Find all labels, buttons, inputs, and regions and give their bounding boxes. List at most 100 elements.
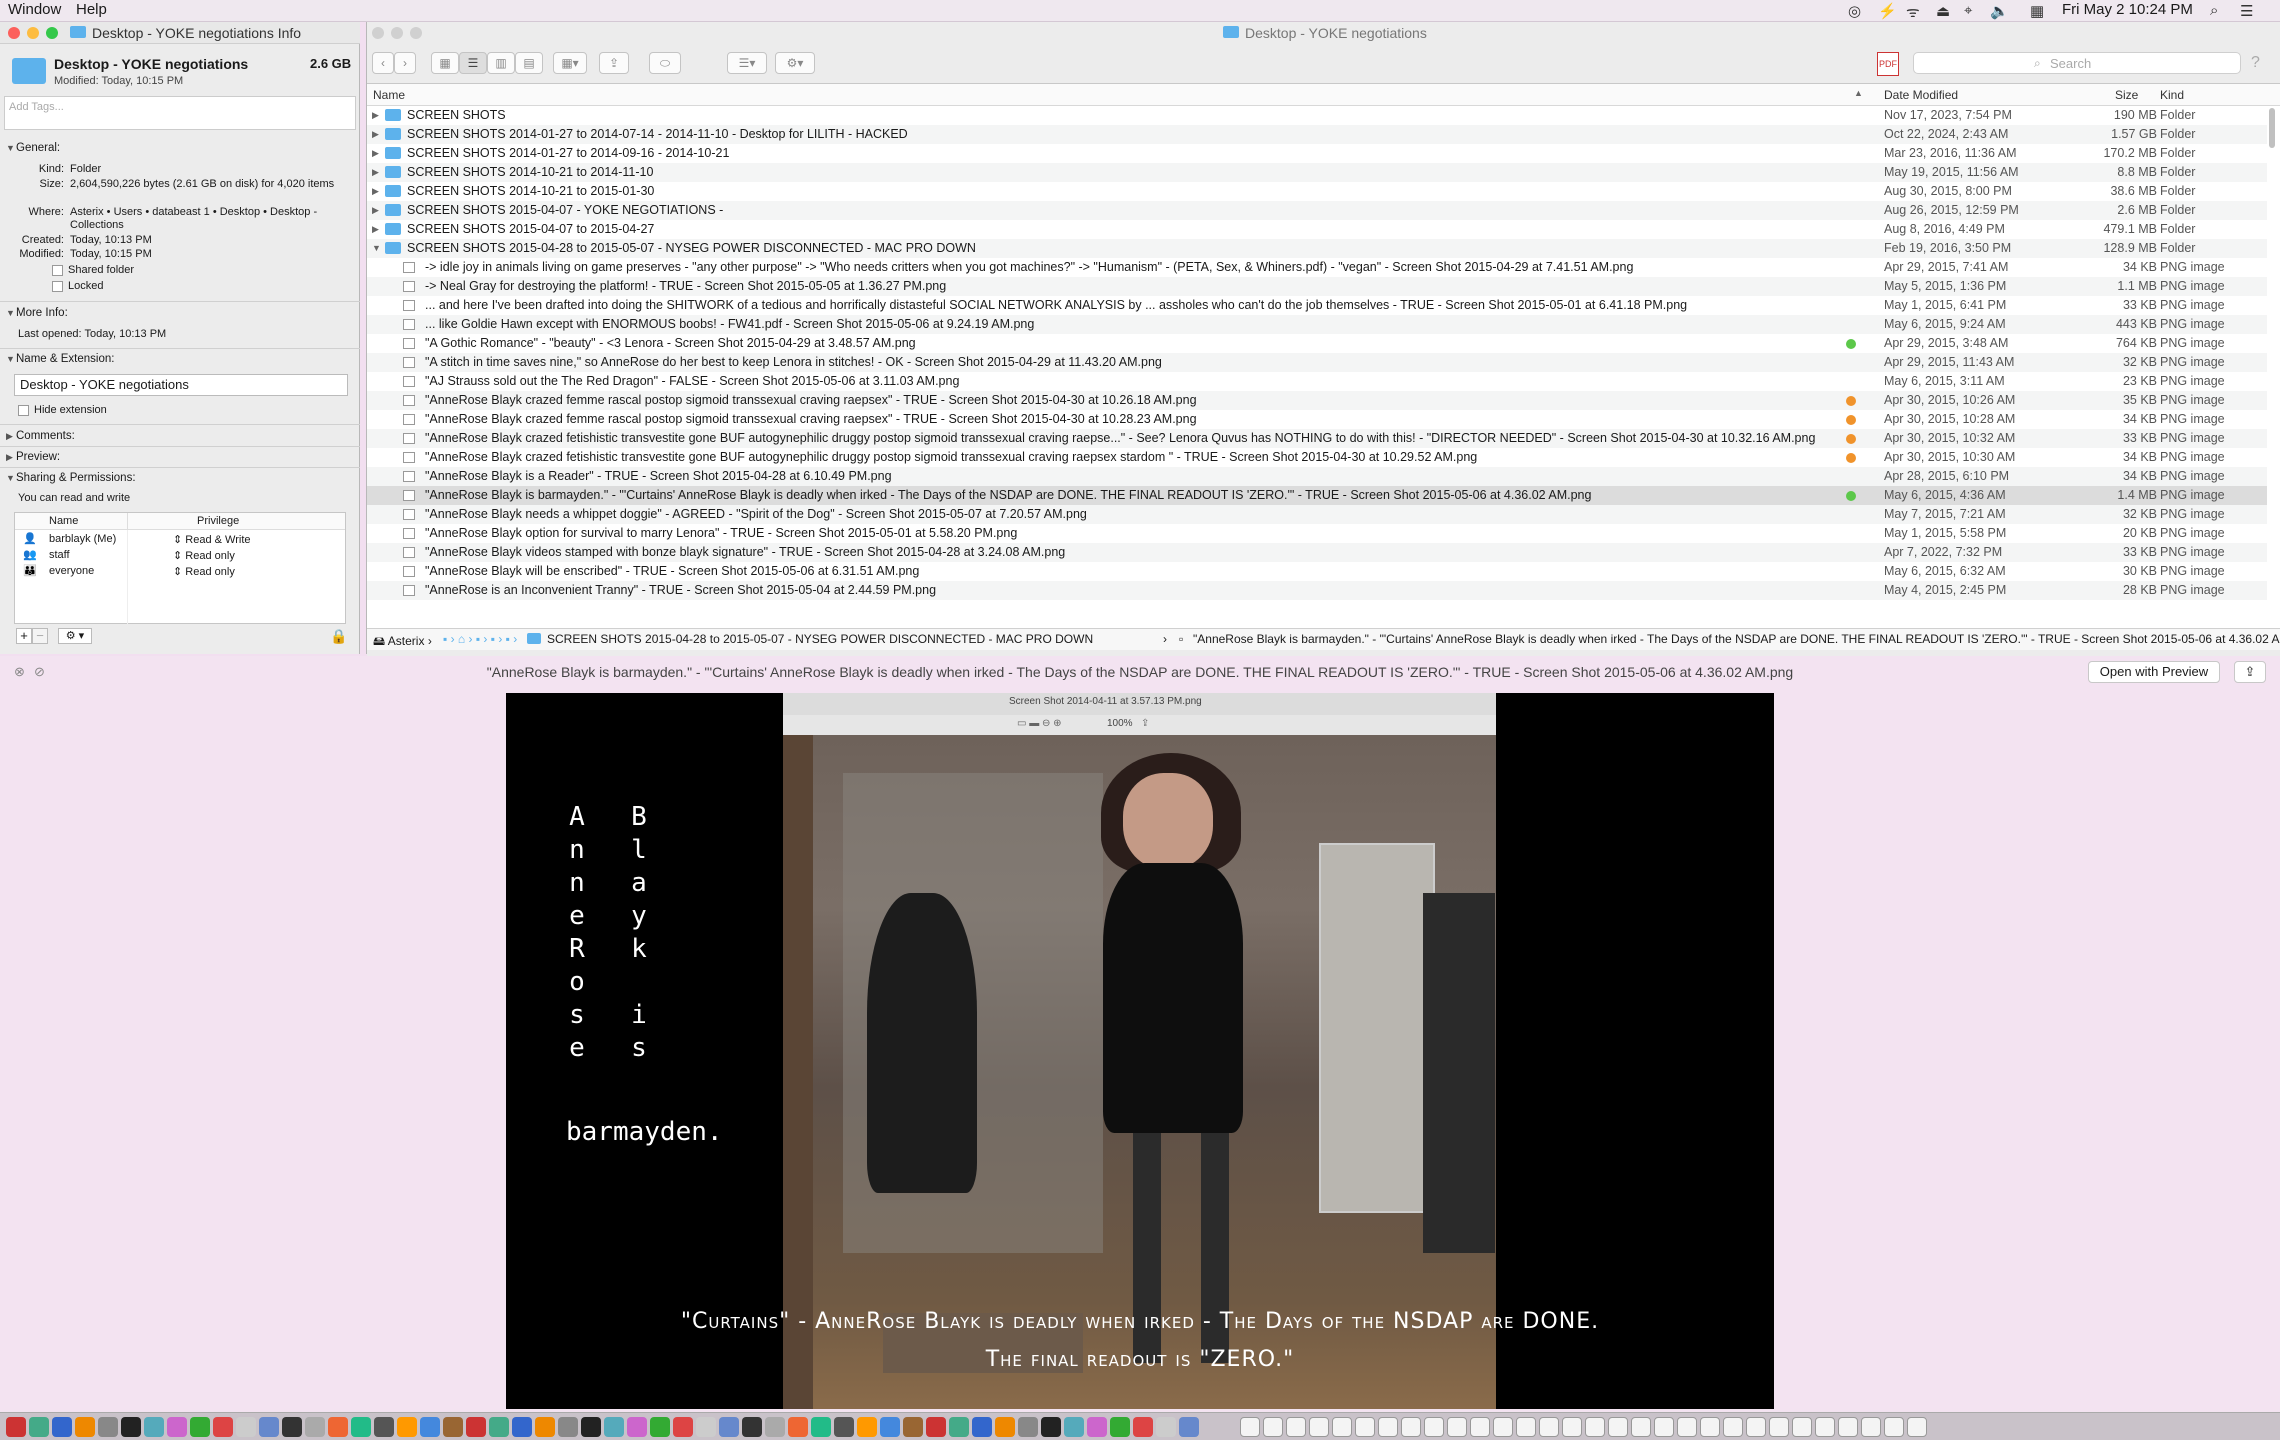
dock-app-icon[interactable]	[351, 1417, 371, 1437]
dock-app-icon[interactable]	[903, 1417, 923, 1437]
dock-minimized-window[interactable]	[1677, 1417, 1697, 1437]
shared-folder-checkbox[interactable]: Shared folder	[52, 264, 134, 276]
volume-icon[interactable]: 🔈	[1990, 2, 2009, 20]
dock-minimized-window[interactable]	[1907, 1417, 1927, 1437]
folder-row[interactable]: ▶ SCREEN SHOTS Nov 17, 2023, 7:54 PM 190 MB…	[367, 106, 2267, 125]
sort-button[interactable]: ☰▾	[727, 52, 767, 74]
scrollbar-thumb[interactable]	[2269, 108, 2275, 148]
col-name-header[interactable]: Name	[49, 515, 78, 527]
dock-minimized-window[interactable]	[1240, 1417, 1260, 1437]
file-row[interactable]: "A Gothic Romance" - "beauty" - <3 Lenor…	[367, 334, 2267, 353]
dock-app-icon[interactable]	[857, 1417, 877, 1437]
dock-minimized-window[interactable]	[1838, 1417, 1858, 1437]
network-icon[interactable]: ⌖	[1964, 2, 1972, 19]
disclosure-triangle-icon[interactable]: ▶	[372, 220, 379, 239]
battery-charge-icon[interactable]: ⚡	[1878, 2, 1897, 20]
dock-app-icon[interactable]	[1110, 1417, 1130, 1437]
kind-column-header[interactable]: Kind	[2160, 88, 2184, 102]
dock-minimized-window[interactable]	[1263, 1417, 1283, 1437]
file-row[interactable]: "AnneRose Blayk is a Reader" - TRUE - Sc…	[367, 467, 2267, 486]
dock-app-icon[interactable]	[949, 1417, 969, 1437]
dock-app-icon[interactable]	[719, 1417, 739, 1437]
file-row[interactable]: "AnneRose Blayk is barmayden." - "'Curta…	[367, 486, 2267, 505]
locked-checkbox[interactable]: Locked	[52, 280, 103, 292]
dock-app-icon[interactable]	[1064, 1417, 1084, 1437]
dock-app-icon[interactable]	[604, 1417, 624, 1437]
folder-row[interactable]: ▶ SCREEN SHOTS 2014-10-21 to 2014-11-10 Ma…	[367, 163, 2267, 182]
privilege-popup[interactable]: ⇕ Read & Write	[173, 533, 251, 546]
dock-app-icon[interactable]	[880, 1417, 900, 1437]
dock-app-icon[interactable]	[282, 1417, 302, 1437]
dock-app-icon[interactable]	[121, 1417, 141, 1437]
disclosure-triangle-icon[interactable]: ▶	[372, 201, 379, 220]
dock-app-icon[interactable]	[420, 1417, 440, 1437]
tag-button[interactable]: ⬭	[649, 52, 681, 74]
dock-app-icon[interactable]	[535, 1417, 555, 1437]
dock-app-icon[interactable]	[627, 1417, 647, 1437]
dock-minimized-window[interactable]	[1723, 1417, 1743, 1437]
dock-app-icon[interactable]	[1133, 1417, 1153, 1437]
file-row[interactable]: -> Neal Gray for destroying the platform…	[367, 277, 2267, 296]
dock-minimized-window[interactable]	[1539, 1417, 1559, 1437]
dock-app-icon[interactable]	[305, 1417, 325, 1437]
file-row[interactable]: ... like Goldie Hawn except with ENORMOU…	[367, 315, 2267, 334]
dock-app-icon[interactable]	[696, 1417, 716, 1437]
file-row[interactable]: -> idle joy in animals living on game pr…	[367, 258, 2267, 277]
path-folder[interactable]: SCREEN SHOTS 2015-04-28 to 2015-05-07 - …	[547, 632, 1093, 646]
dock-app-icon[interactable]	[1179, 1417, 1199, 1437]
dock-minimized-window[interactable]	[1516, 1417, 1536, 1437]
dock-minimized-window[interactable]	[1493, 1417, 1513, 1437]
dock-app-icon[interactable]	[673, 1417, 693, 1437]
dock-app-icon[interactable]	[466, 1417, 486, 1437]
dock-minimized-window[interactable]	[1424, 1417, 1444, 1437]
file-row[interactable]: "AnneRose is an Inconvenient Tranny" - T…	[367, 581, 2267, 600]
zoom-button[interactable]	[46, 27, 58, 39]
dock-minimized-window[interactable]	[1861, 1417, 1881, 1437]
file-row[interactable]: "AJ Strauss sold out the The Red Dragon"…	[367, 372, 2267, 391]
eject-icon[interactable]: ⏏	[1936, 2, 1950, 20]
dock-app-icon[interactable]	[236, 1417, 256, 1437]
hide-extension-checkbox[interactable]: Hide extension	[18, 404, 107, 416]
permission-row[interactable]: 👥 staff ⇕ Read only	[15, 548, 345, 564]
dock-app-icon[interactable]	[6, 1417, 26, 1437]
dock-minimized-window[interactable]	[1470, 1417, 1490, 1437]
icon-view-button[interactable]: ▦	[431, 52, 459, 74]
dock-app-icon[interactable]	[98, 1417, 118, 1437]
path-root[interactable]: 🖴 Asterix ›	[373, 632, 432, 650]
dock-app-icon[interactable]	[834, 1417, 854, 1437]
wifi-icon[interactable]: ᯤ	[1906, 2, 1920, 22]
dock-minimized-window[interactable]	[1286, 1417, 1306, 1437]
privilege-popup[interactable]: ⇕ Read only	[173, 549, 235, 562]
dock-minimized-window[interactable]	[1769, 1417, 1789, 1437]
dock-app-icon[interactable]	[742, 1417, 762, 1437]
dock-app-icon[interactable]	[995, 1417, 1015, 1437]
file-row[interactable]: "AnneRose Blayk crazed femme rascal post…	[367, 410, 2267, 429]
path-file[interactable]: "AnneRose Blayk is barmayden." - "'Curta…	[1193, 632, 2280, 646]
dock-app-icon[interactable]	[29, 1417, 49, 1437]
dock-app-icon[interactable]	[1087, 1417, 1107, 1437]
share-button[interactable]: ⇪	[2234, 661, 2266, 683]
name-field[interactable]: Desktop - YOKE negotiations	[14, 374, 348, 396]
dock-app-icon[interactable]	[650, 1417, 670, 1437]
dock-app-icon[interactable]	[558, 1417, 578, 1437]
dock-app-icon[interactable]	[328, 1417, 348, 1437]
scrollbar[interactable]	[2267, 106, 2277, 626]
dock-minimized-window[interactable]	[1631, 1417, 1651, 1437]
file-row[interactable]: "AnneRose Blayk needs a whippet doggie" …	[367, 505, 2267, 524]
folder-row[interactable]: ▶ SCREEN SHOTS 2015-04-07 to 2015-04-27 Au…	[367, 220, 2267, 239]
gallery-view-button[interactable]: ▤	[515, 52, 543, 74]
notification-center-icon[interactable]: ☰	[2240, 2, 2253, 20]
disclosure-triangle-icon[interactable]: ▶	[372, 144, 379, 163]
help-icon[interactable]: ?	[2251, 54, 2260, 72]
dock-minimized-window[interactable]	[1355, 1417, 1375, 1437]
minimize-button[interactable]	[27, 27, 39, 39]
dock-app-icon[interactable]	[926, 1417, 946, 1437]
dock-app-icon[interactable]	[144, 1417, 164, 1437]
dock-minimized-window[interactable]	[1401, 1417, 1421, 1437]
dock-minimized-window[interactable]	[1884, 1417, 1904, 1437]
list-view-button[interactable]: ☰	[459, 52, 487, 74]
arrange-button[interactable]: ▦▾	[553, 52, 587, 74]
folder-row[interactable]: ▶ SCREEN SHOTS 2015-04-07 - YOKE NEGOTIAT…	[367, 201, 2267, 220]
dock-minimized-window[interactable]	[1309, 1417, 1329, 1437]
dock-minimized-window[interactable]	[1654, 1417, 1674, 1437]
